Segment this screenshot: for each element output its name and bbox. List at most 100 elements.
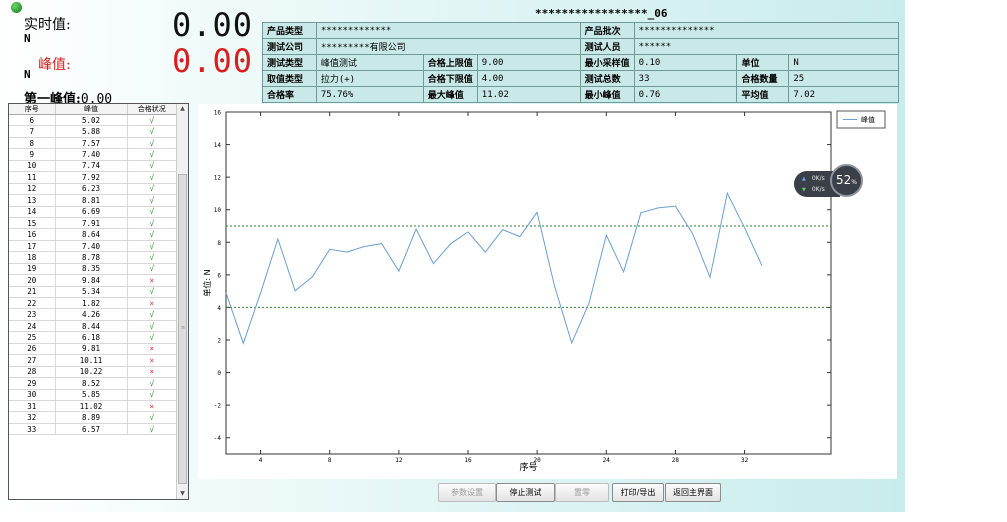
list-item-peak: 1.82 (55, 297, 128, 310)
min-peak-label: 最小峰值 (579, 86, 635, 103)
list-item[interactable]: 23 4.26 √ (9, 308, 176, 321)
list-item-index: 9 (9, 148, 56, 161)
list-item-index: 16 (9, 228, 56, 241)
list-item-peak: 8.44 (55, 320, 128, 333)
pass-check-icon: √ (127, 217, 176, 230)
list-item-index: 24 (9, 320, 56, 333)
list-item-index: 30 (9, 389, 56, 401)
list-item[interactable]: 29 8.52 √ (9, 377, 176, 390)
stop-test-button[interactable]: 停止测试 (496, 483, 555, 502)
list-item-index: 11 (9, 171, 56, 184)
list-item-peak: 8.35 (55, 263, 128, 276)
pass-check-icon: √ (127, 160, 176, 173)
list-item[interactable]: 7 5.88 √ (9, 125, 176, 138)
plot-area (225, 111, 832, 455)
pass-count-value: 25 (788, 70, 899, 87)
list-item-peak: 7.91 (55, 217, 128, 230)
list-item[interactable]: 12 6.23 √ (9, 183, 176, 196)
list-item[interactable]: 27 10.11 × (9, 354, 176, 367)
list-item-peak: 8.81 (55, 194, 128, 207)
list-item[interactable]: 8 7.57 √ (9, 137, 176, 150)
fail-cross-icon: × (127, 343, 176, 356)
list-item[interactable]: 11 7.92 √ (9, 171, 176, 184)
back-to-main-button[interactable]: 返回主界面 (665, 483, 721, 502)
y-axis-label: 单位: N (202, 269, 212, 296)
pass-check-icon: √ (127, 206, 176, 218)
list-item[interactable]: 31 11.02 × (9, 400, 176, 413)
list-item[interactable]: 25 6.18 √ (9, 331, 176, 344)
product-batch-value: ************** (633, 22, 900, 39)
list-item-index: 20 (9, 274, 56, 287)
network-speed-widget[interactable]: ▲ 0K/s ▼ 0K/s 52% (794, 164, 866, 199)
max-peak-value: 11.02 (476, 86, 581, 103)
list-item-peak: 5.34 (55, 286, 128, 299)
scroll-grip-icon: ≡ (181, 325, 186, 331)
y-tick-label: 14 (214, 142, 222, 149)
tester-label: 测试人员 (579, 38, 635, 55)
list-item[interactable]: 15 7.91 √ (9, 217, 176, 230)
y-tick-label: 6 (217, 272, 221, 279)
list-item[interactable]: 21 5.34 √ (9, 286, 176, 299)
pass-check-icon: √ (127, 377, 176, 390)
list-item-index: 15 (9, 217, 56, 230)
list-item-index: 21 (9, 286, 56, 299)
value-type-value: 拉力(+) (315, 70, 424, 87)
pass-check-icon: √ (127, 263, 176, 276)
pass-check-icon: √ (127, 171, 176, 184)
app-window: 实时值: N 0.00 峰值: N 0.00 第一峰值:0.00 *******… (0, 0, 905, 512)
list-item[interactable]: 14 6.69 √ (9, 206, 176, 218)
list-item-index: 14 (9, 206, 56, 218)
list-header-peak: 峰值 (55, 104, 128, 115)
scroll-down-arrow-icon[interactable]: ▼ (177, 489, 188, 499)
list-scrollbar[interactable]: ▲ ≡ ▼ (176, 104, 188, 499)
y-tick-label: 8 (217, 240, 221, 247)
list-item[interactable]: 17 7.40 √ (9, 240, 176, 253)
list-item-peak: 8.52 (55, 377, 128, 390)
product-type-value: ************* (315, 22, 581, 39)
x-tick-label: 8 (328, 457, 332, 464)
test-type-label: 测试类型 (262, 54, 317, 71)
list-item[interactable]: 26 9.81 × (9, 343, 176, 356)
list-item[interactable]: 33 6.57 √ (9, 423, 176, 436)
list-item[interactable]: 19 8.35 √ (9, 263, 176, 276)
list-item[interactable]: 30 5.85 √ (9, 389, 176, 401)
pass-check-icon: √ (127, 125, 176, 138)
list-item-peak: 5.88 (55, 125, 128, 138)
test-info-table: 产品类型 ************* 产品批次 ************** 测… (262, 22, 900, 103)
pass-check-icon: √ (127, 148, 176, 161)
lower-limit-label: 合格下限值 (422, 70, 478, 87)
pass-check-icon: √ (127, 423, 176, 436)
scroll-up-arrow-icon[interactable]: ▲ (177, 104, 188, 114)
list-item-index: 26 (9, 343, 56, 356)
list-header-status: 合格状况 (127, 104, 176, 115)
list-item[interactable]: 13 8.81 √ (9, 194, 176, 207)
list-item[interactable]: 20 9.84 × (9, 274, 176, 287)
list-item[interactable]: 6 5.02 √ (9, 114, 176, 127)
list-item-peak: 4.26 (55, 308, 128, 321)
list-item[interactable]: 32 8.89 √ (9, 411, 176, 424)
list-item-peak: 7.40 (55, 240, 128, 253)
zero-button[interactable]: 置零 (555, 483, 609, 502)
list-header-index: 序号 (9, 104, 56, 115)
max-peak-label: 最大峰值 (422, 86, 478, 103)
list-item-index: 10 (9, 160, 56, 173)
param-settings-button[interactable]: 参数设置 (438, 483, 496, 502)
list-item[interactable]: 16 8.64 √ (9, 228, 176, 241)
peak-label: 峰值: (38, 57, 71, 73)
memory-usage-indicator[interactable]: 52% (830, 164, 863, 197)
scroll-thumb[interactable]: ≡ (178, 174, 187, 484)
list-item[interactable]: 10 7.74 √ (9, 160, 176, 173)
list-item[interactable]: 28 10.22 × (9, 366, 176, 379)
list-item[interactable]: 24 8.44 √ (9, 320, 176, 333)
list-item[interactable]: 9 7.40 √ (9, 148, 176, 161)
list-item-index: 12 (9, 183, 56, 196)
y-tick-label: 10 (214, 207, 222, 214)
list-item[interactable]: 22 1.82 × (9, 297, 176, 310)
x-tick-label: 28 (672, 457, 680, 464)
list-item-index: 22 (9, 297, 56, 310)
company-value: *********有限公司 (315, 38, 581, 55)
pass-check-icon: √ (127, 308, 176, 321)
print-export-button[interactable]: 打印/导出 (612, 483, 664, 502)
list-item[interactable]: 18 8.78 √ (9, 251, 176, 264)
list-item-peak: 6.18 (55, 331, 128, 344)
